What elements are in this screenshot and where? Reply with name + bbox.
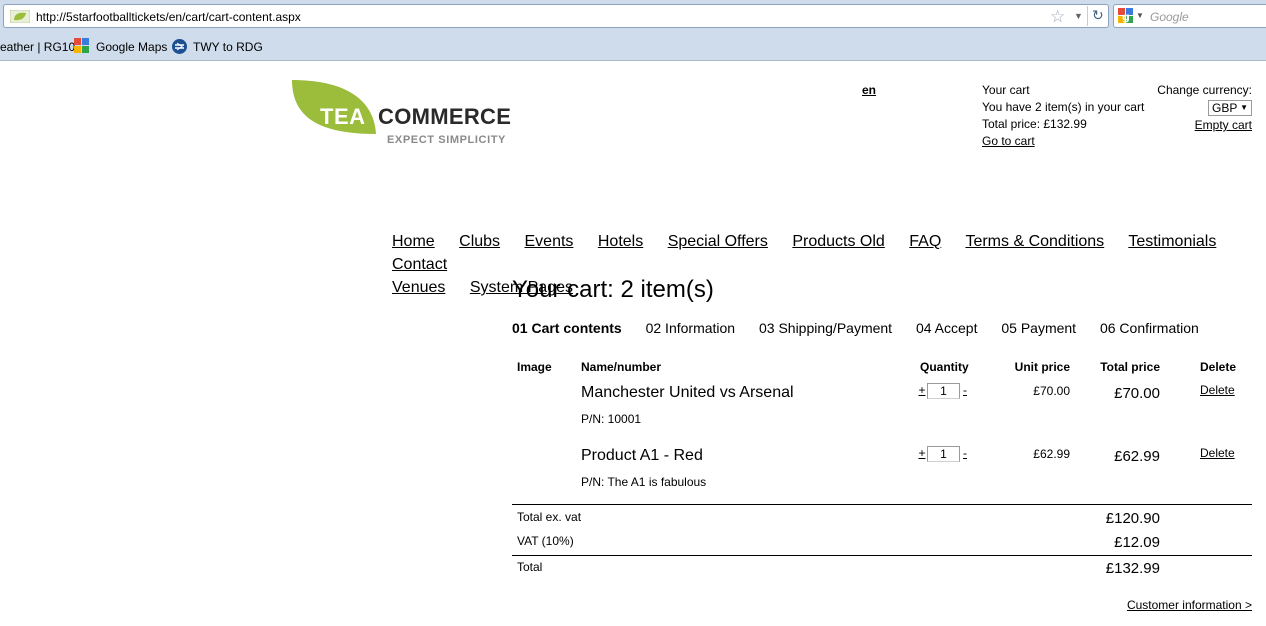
chevron-down-icon[interactable]: ▼ <box>1136 11 1144 20</box>
rail-logo-icon <box>172 39 187 54</box>
vat-value: £12.09 <box>1114 534 1160 551</box>
quantity-input[interactable]: 1 <box>927 383 960 399</box>
logo-tagline: EXPECT SIMPLICITY <box>387 134 506 146</box>
quantity-input[interactable]: 1 <box>927 446 960 462</box>
bookmark-google-maps[interactable]: Google Maps <box>96 40 167 54</box>
unit-price: £62.99 <box>1033 447 1070 461</box>
header-unit-price: Unit price <box>1014 360 1070 374</box>
reload-icon: ↻ <box>1092 7 1104 23</box>
bookmark-twy-to-rdg[interactable]: TWY to RDG <box>193 40 263 54</box>
google-icon: g <box>1118 8 1133 24</box>
step-confirmation: 06 Confirmation <box>1099 320 1199 336</box>
step-information: 02 Information <box>645 320 736 336</box>
grand-total-label: Total <box>517 560 543 574</box>
nav-venues[interactable]: Venues <box>392 279 445 296</box>
logo[interactable]: TEA COMMERCE EXPECT SIMPLICITY <box>290 78 515 150</box>
currency-label: Change currency: <box>1157 83 1252 97</box>
empty-cart-link[interactable]: Empty cart <box>1130 117 1252 134</box>
address-bar[interactable]: http://5starfootballtickets/en/cart/cart… <box>3 4 1109 28</box>
search-input[interactable]: Google <box>1150 10 1189 24</box>
url-text[interactable]: http://5starfootballtickets/en/cart/cart… <box>36 10 301 24</box>
chevron-down-icon[interactable]: ▼ <box>1074 11 1083 21</box>
row-total-price: £62.99 <box>1114 448 1160 465</box>
quantity-decrease-button[interactable]: - <box>961 446 969 460</box>
logo-word-commerce: COMMERCE <box>378 104 512 129</box>
nav-home[interactable]: Home <box>392 233 435 250</box>
divider <box>512 555 1252 556</box>
delete-item-link[interactable]: Delete <box>1200 446 1235 460</box>
nav-special-offers[interactable]: Special Offers <box>668 233 768 250</box>
chevron-down-icon: ▼ <box>1240 103 1248 112</box>
quantity-increase-button[interactable]: + <box>918 446 926 460</box>
nav-events[interactable]: Events <box>525 233 574 250</box>
logo-word-tea: TEA <box>320 104 366 129</box>
total-ex-vat-label: Total ex. vat <box>517 510 582 524</box>
nav-testimonials[interactable]: Testimonials <box>1128 233 1216 250</box>
header-delete: Delete <box>1200 360 1237 374</box>
product-number: P/N: 10001 <box>581 412 642 426</box>
quantity-stepper: +1- <box>918 446 969 462</box>
table-row: Manchester United vs Arsenal P/N: 10001 … <box>512 383 1252 444</box>
nav-hotels[interactable]: Hotels <box>598 233 643 250</box>
quantity-decrease-button[interactable]: - <box>961 383 969 397</box>
currency-selected-value: GBP <box>1212 101 1238 115</box>
svg-text:g: g <box>1122 11 1130 24</box>
table-row: Product A1 - Red P/N: The A1 is fabulous… <box>512 446 1252 507</box>
product-name: Manchester United vs Arsenal <box>581 384 794 401</box>
divider <box>512 504 1252 505</box>
currency-select[interactable]: GBP ▼ <box>1208 100 1252 116</box>
step-payment: 05 Payment <box>1001 320 1077 336</box>
page-title: Your cart: 2 item(s) <box>512 276 714 303</box>
nav-faq[interactable]: FAQ <box>909 233 941 250</box>
language-link[interactable]: en <box>862 83 876 97</box>
header-total-price: Total price <box>1100 360 1160 374</box>
product-number: P/N: The A1 is fabulous <box>581 475 707 489</box>
site-favicon-icon <box>10 10 30 23</box>
quantity-increase-button[interactable]: + <box>918 383 926 397</box>
bookmark-weather[interactable]: eather | RG10 <box>0 40 75 54</box>
total-ex-vat-value: £120.90 <box>1105 510 1160 527</box>
reload-button[interactable]: ↻ <box>1087 6 1107 26</box>
cart-item-count: You have 2 item(s) in your cart <box>982 100 1145 114</box>
unit-price: £70.00 <box>1033 384 1070 398</box>
row-total-price: £70.00 <box>1114 385 1160 402</box>
currency-selector: Change currency: GBP ▼ Empty cart <box>1130 82 1252 134</box>
cart-total-price: Total price: £132.99 <box>982 117 1087 131</box>
bookmark-star-icon[interactable]: ☆ <box>1050 7 1065 27</box>
delete-item-link[interactable]: Delete <box>1200 383 1235 397</box>
header-quantity: Quantity <box>920 360 969 374</box>
search-bar[interactable]: g ▼ Google <box>1113 4 1266 28</box>
nav-clubs[interactable]: Clubs <box>459 233 500 250</box>
quantity-stepper: +1- <box>918 383 969 399</box>
grand-total-value: £132.99 <box>1105 560 1160 577</box>
go-to-cart-link[interactable]: Go to cart <box>982 134 1035 148</box>
step-cart-contents: 01 Cart contents <box>512 320 622 336</box>
product-name: Product A1 - Red <box>581 447 703 464</box>
nav-terms-conditions[interactable]: Terms & Conditions <box>965 233 1104 250</box>
cart-summary-title: Your cart <box>982 83 1030 97</box>
cart-summary: Your cart You have 2 item(s) in your car… <box>982 82 1144 150</box>
customer-information-link[interactable]: Customer information > <box>1127 598 1252 612</box>
page-content: TEA COMMERCE EXPECT SIMPLICITY en Your c… <box>0 62 1266 626</box>
vat-label: VAT (10%) <box>517 534 574 548</box>
browser-toolbar: http://5starfootballtickets/en/cart/cart… <box>0 0 1266 61</box>
nav-products-old[interactable]: Products Old <box>792 233 884 250</box>
step-shipping-payment: 03 Shipping/Payment <box>758 320 893 336</box>
header-name: Name/number <box>581 360 662 374</box>
header-image: Image <box>517 360 552 374</box>
step-accept: 04 Accept <box>915 320 978 336</box>
checkout-steps: 01 Cart contents 02 Information 03 Shipp… <box>512 320 1219 336</box>
google-maps-icon <box>74 38 89 53</box>
nav-contact[interactable]: Contact <box>392 256 447 273</box>
